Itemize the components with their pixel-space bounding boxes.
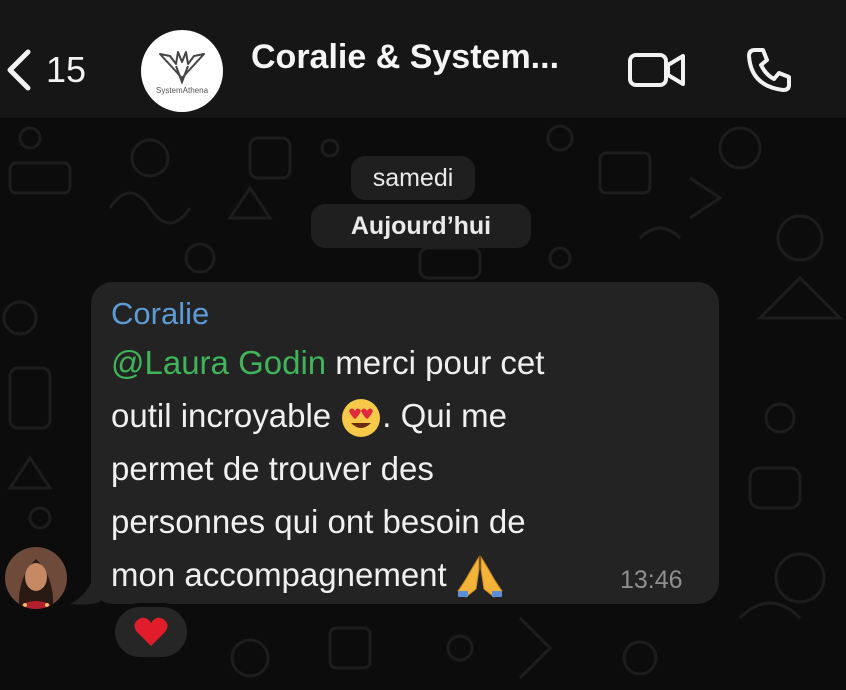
message-line: mon accompagnement bbox=[111, 556, 456, 593]
chat-header: 15 SystemAthena Coralie & System... bbox=[0, 0, 846, 118]
message-timestamp: 13:46 bbox=[620, 566, 683, 594]
message-line: merci pour cet bbox=[326, 344, 545, 381]
message-text: @Laura Godin merci pour cet outil incroy… bbox=[111, 336, 671, 601]
date-separator-day: samedi bbox=[351, 156, 475, 200]
group-avatar-brand: SystemAthena bbox=[155, 85, 209, 95]
message-sender[interactable]: Coralie bbox=[111, 296, 209, 332]
sender-avatar[interactable] bbox=[5, 547, 67, 609]
red-heart-icon bbox=[134, 617, 168, 646]
message-line: outil incroyable bbox=[111, 397, 341, 434]
folded-hands-emoji-icon bbox=[457, 555, 503, 598]
eagle-logo bbox=[159, 50, 205, 85]
message-line: personnes qui ont besoin de bbox=[111, 503, 526, 540]
date-separator-today: Aujourd’hui bbox=[311, 204, 531, 248]
group-avatar[interactable]: SystemAthena bbox=[141, 30, 223, 112]
back-button[interactable]: 15 bbox=[6, 48, 86, 92]
chevron-left-icon bbox=[7, 49, 31, 91]
heart-eyes-emoji-icon bbox=[342, 399, 381, 438]
mention-link[interactable]: @Laura Godin bbox=[111, 344, 326, 381]
phone-icon[interactable] bbox=[745, 46, 793, 94]
bubble-tail bbox=[70, 580, 100, 605]
sender-portrait bbox=[5, 547, 67, 609]
chat-title[interactable]: Coralie & System... bbox=[251, 38, 559, 77]
video-camera-icon[interactable] bbox=[627, 50, 687, 90]
unread-count: 15 bbox=[46, 49, 87, 90]
message-line: . Qui me bbox=[382, 397, 507, 434]
message-line: permet de trouver des bbox=[111, 450, 434, 487]
message-reaction[interactable] bbox=[111, 603, 191, 661]
